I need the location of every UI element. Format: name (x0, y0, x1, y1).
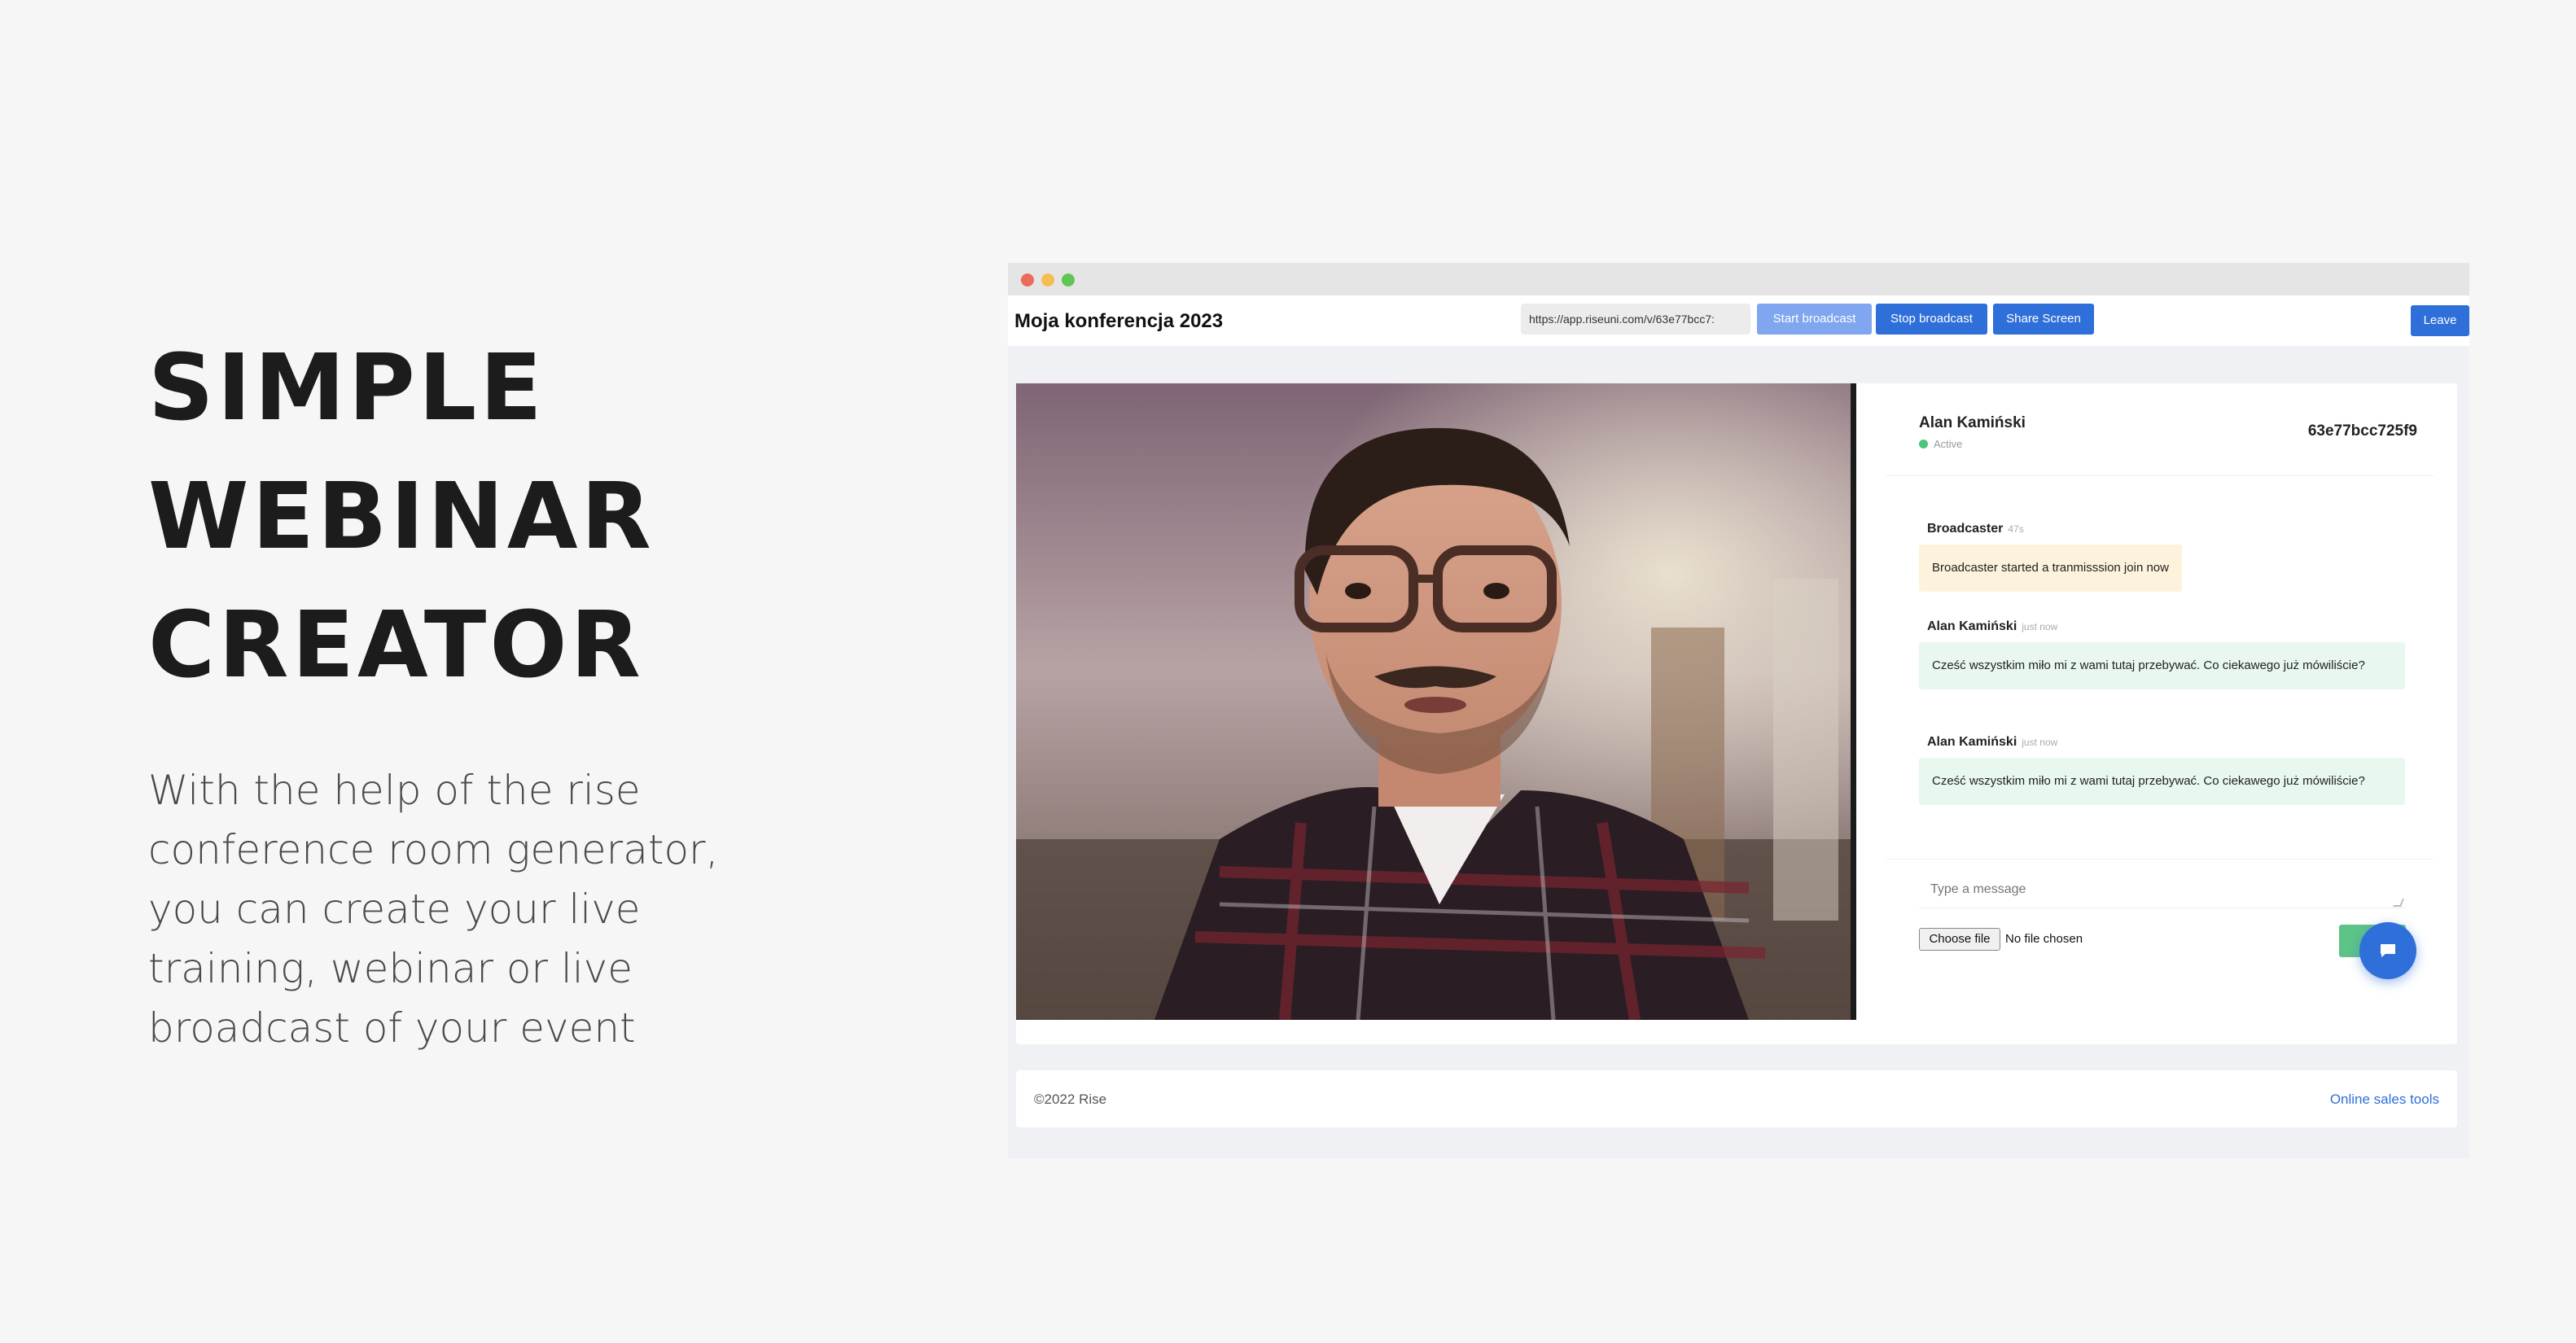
hero-description: With the help of the rise conference roo… (148, 767, 719, 1052)
app-header: Moja konferencja 2023 https://app.riseun… (1008, 295, 2469, 346)
minimize-window-icon[interactable] (1041, 273, 1054, 287)
chat-bubble-button[interactable] (2359, 922, 2416, 979)
user-message-bubble: Cześć wszystkim miło mi z wami tutaj prz… (1919, 758, 2405, 805)
hero-title-line-3: CREATOR (148, 593, 644, 698)
window-titlebar (1008, 263, 2469, 295)
message-input[interactable] (1919, 876, 2405, 908)
message-composer: Choose file No file chosen Se (1886, 859, 2434, 982)
stop-broadcast-button[interactable]: Stop broadcast (1876, 304, 1987, 335)
video-feed[interactable] (1016, 383, 1856, 1020)
file-status: No file chosen (2005, 932, 2083, 946)
message-time: 47s (2008, 523, 2024, 535)
hero-title-line-1: SIMPLE (148, 335, 545, 441)
message-time: just now (2022, 737, 2058, 748)
leave-button[interactable]: Leave (2411, 305, 2469, 336)
footer: ©2022 Rise Online sales tools (1016, 1070, 2457, 1127)
video-frame-image (1016, 383, 1856, 1020)
chat-panel: Alan Kamiński Active 63e77bcc725f9 Broad… (1886, 398, 2434, 982)
room-id: 63e77bcc725f9 (2307, 422, 2417, 440)
share-screen-button[interactable]: Share Screen (1993, 304, 2094, 335)
hero-title: SIMPLE WEBINAR CREATOR (148, 324, 655, 710)
start-broadcast-button[interactable]: Start broadcast (1757, 304, 1872, 335)
message-author: Alan Kamiński (1927, 619, 2017, 633)
chat-header: Alan Kamiński Active 63e77bcc725f9 (1886, 398, 2434, 476)
choose-file-button[interactable]: Choose file (1919, 928, 2000, 951)
maximize-window-icon[interactable] (1062, 273, 1075, 287)
user-status: Active (1934, 438, 1963, 450)
hero-title-line-2: WEBINAR (148, 464, 655, 570)
close-window-icon[interactable] (1021, 273, 1034, 287)
copyright-text: ©2022 Rise (1034, 1091, 1107, 1107)
message-item: Broadcaster 47s Broadcaster started a tra… (1919, 522, 2182, 592)
room-url-field[interactable]: https://app.riseuni.com/v/63e77bcc7: (1521, 304, 1750, 335)
message-list: Broadcaster 47s Broadcaster started a tra… (1886, 476, 2434, 859)
message-time: just now (2022, 621, 2058, 632)
chat-bubble-icon (2381, 944, 2395, 957)
conference-title: Moja konferencja 2023 (1014, 310, 1224, 332)
status-indicator-icon (1919, 440, 1928, 448)
message-author: Broadcaster (1927, 522, 2004, 536)
message-author: Alan Kamiński (1927, 735, 2017, 749)
system-message-bubble: Broadcaster started a tranmisssion join … (1919, 545, 2182, 592)
message-item: Alan Kamiński just now Cześć wszystkim mi… (1919, 619, 2405, 689)
user-message-bubble: Cześć wszystkim miło mi z wami tutaj prz… (1919, 642, 2405, 689)
browser-window: Moja konferencja 2023 https://app.riseun… (1008, 263, 2469, 1158)
online-sales-tools-link[interactable]: Online sales tools (2330, 1091, 2439, 1108)
chat-user-name: Alan Kamiński (1919, 414, 2026, 431)
message-item: Alan Kamiński just now Cześć wszystkim mi… (1919, 735, 2405, 805)
